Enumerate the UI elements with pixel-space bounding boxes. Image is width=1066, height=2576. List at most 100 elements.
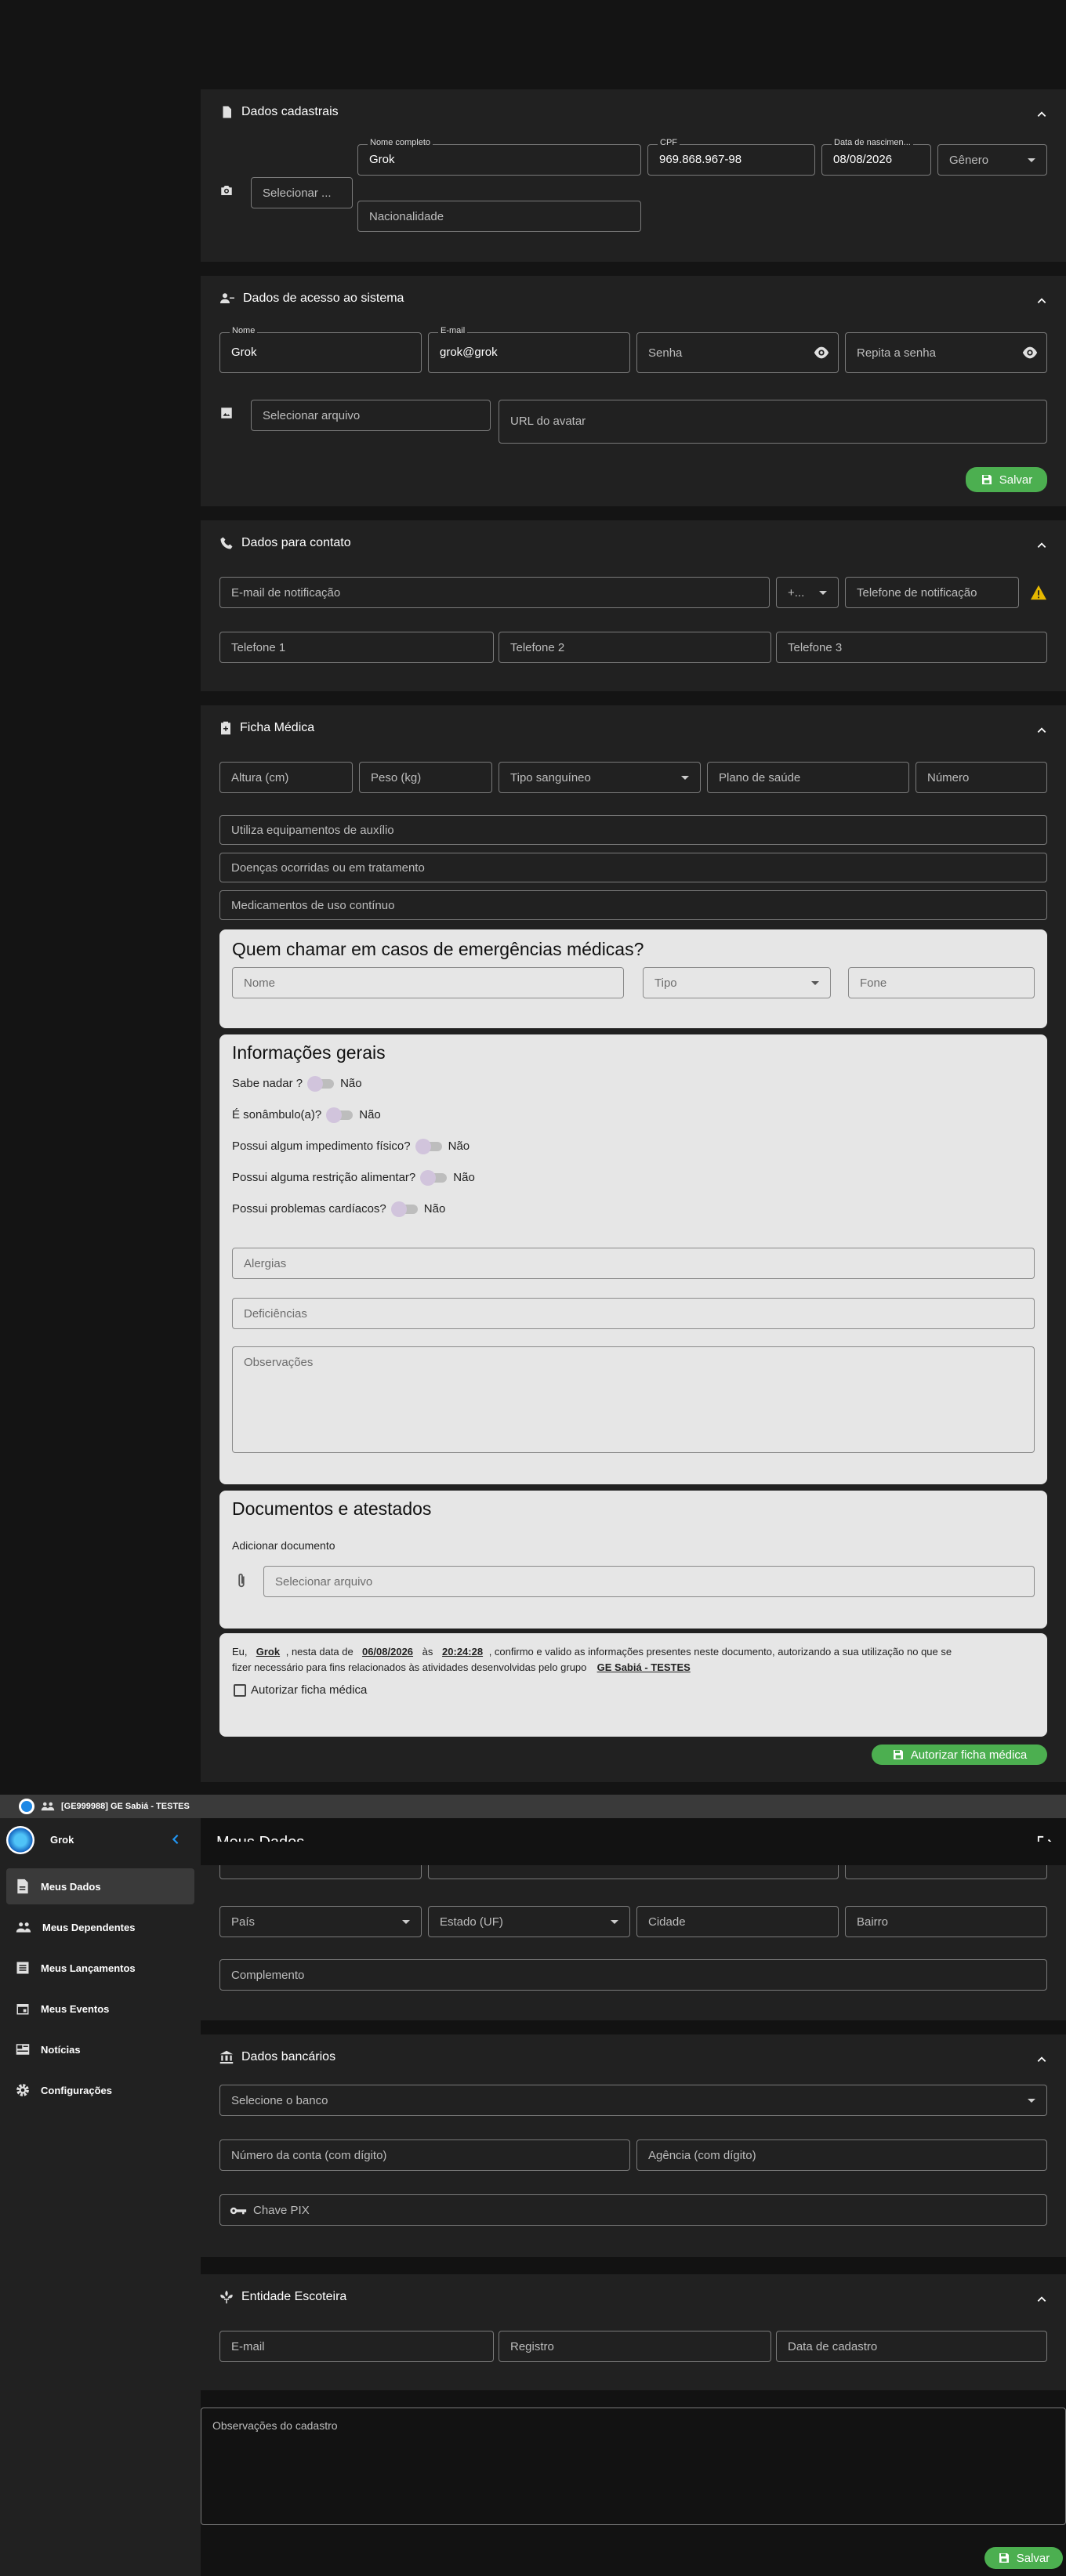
authorize-checkbox-row[interactable]: Autorizar ficha médica bbox=[234, 1683, 367, 1697]
list-box-icon bbox=[16, 1962, 29, 1974]
numero-conta-field[interactable]: Número da conta (com dígito) bbox=[219, 2139, 630, 2171]
doencas-field[interactable]: Doenças ocorridas ou em tratamento bbox=[219, 853, 1047, 882]
chevron-up-icon[interactable] bbox=[1036, 2054, 1047, 2065]
sidebar-item-noticias[interactable]: Notícias bbox=[6, 2031, 194, 2067]
peso-field[interactable]: Peso (kg) bbox=[359, 762, 492, 793]
sidebar-item-configuracoes[interactable]: Configurações bbox=[6, 2072, 194, 2108]
cardiac-toggle[interactable] bbox=[390, 1201, 418, 1217]
emergency-nome-field[interactable]: Nome bbox=[232, 967, 624, 998]
select-document-file[interactable]: Selecionar arquivo bbox=[263, 1566, 1035, 1597]
section-title[interactable]: Dados bancários bbox=[219, 2050, 335, 2064]
physical-question: Possui algum impedimento físico? Não bbox=[232, 1138, 470, 1154]
nacionalidade-field[interactable]: Nacionalidade bbox=[357, 201, 641, 232]
warning-icon bbox=[1031, 585, 1046, 600]
section-title-text: Dados de acesso ao sistema bbox=[243, 292, 404, 305]
banco-select[interactable]: Selecione o banco bbox=[219, 2085, 1047, 2116]
chave-pix-field[interactable]: Chave PIX bbox=[219, 2194, 1047, 2226]
authorize-checkbox[interactable] bbox=[234, 1683, 246, 1697]
avatar[interactable] bbox=[6, 1826, 34, 1854]
complemento-field[interactable]: Complemento bbox=[219, 1959, 1047, 1991]
caret-down-icon bbox=[811, 981, 819, 985]
section-endereco: País Estado (UF) Cidade Bairro Complemen… bbox=[201, 1842, 1066, 2020]
save-bottom-button[interactable]: Salvar bbox=[984, 2547, 1063, 2569]
alergias-field[interactable]: Alergias bbox=[232, 1248, 1035, 1279]
section-title[interactable]: Ficha Médica bbox=[219, 721, 314, 735]
floppy-disk-icon bbox=[893, 1750, 903, 1759]
physical-toggle[interactable] bbox=[415, 1138, 442, 1154]
entidade-email-field[interactable]: E-mail bbox=[219, 2331, 494, 2362]
ddi-select[interactable]: +... bbox=[776, 577, 839, 608]
repita-senha-field[interactable]: Repita a senha bbox=[845, 332, 1047, 373]
emergency-tipo-select[interactable]: Tipo bbox=[643, 967, 831, 998]
bairro-field[interactable]: Bairro bbox=[845, 1906, 1047, 1937]
registro-field[interactable]: Registro bbox=[499, 2331, 771, 2362]
cpf-field[interactable]: CPF 969.868.967-98 bbox=[647, 138, 815, 176]
senha-field[interactable]: Senha bbox=[636, 332, 839, 373]
section-title-text: Dados bancários bbox=[241, 2050, 336, 2063]
swim-toggle[interactable] bbox=[307, 1075, 335, 1092]
pais-select[interactable]: País bbox=[219, 1906, 422, 1937]
chevron-up-icon[interactable] bbox=[1036, 109, 1047, 120]
email-field[interactable]: E-mail grok@grok bbox=[428, 326, 630, 373]
emergency-fone-field[interactable]: Fone bbox=[848, 967, 1035, 998]
medicamentos-field[interactable]: Medicamentos de uso contínuo bbox=[219, 890, 1047, 920]
bank-icon bbox=[219, 2050, 234, 2064]
observacoes-cadastro-textarea[interactable]: Observações do cadastro bbox=[201, 2408, 1066, 2525]
telefone2-field[interactable]: Telefone 2 bbox=[499, 632, 771, 663]
chevron-up-icon[interactable] bbox=[1036, 540, 1047, 551]
telefone-notificacao-field[interactable]: Telefone de notificação bbox=[845, 577, 1019, 608]
telefone3-field[interactable]: Telefone 3 bbox=[776, 632, 1047, 663]
image-icon bbox=[221, 408, 232, 418]
cidade-field[interactable]: Cidade bbox=[636, 1906, 839, 1937]
equipamentos-auxilio-field[interactable]: Utiliza equipamentos de auxílio bbox=[219, 815, 1047, 845]
food-toggle[interactable] bbox=[420, 1169, 448, 1186]
section-title[interactable]: Entidade Escoteira bbox=[219, 2290, 346, 2304]
section-title-text: Dados cadastrais bbox=[241, 105, 339, 118]
section-title[interactable]: Dados para contato bbox=[219, 536, 351, 550]
estado-select[interactable]: Estado (UF) bbox=[428, 1906, 630, 1937]
paperclip-icon[interactable] bbox=[235, 1572, 248, 1589]
chevron-up-icon[interactable] bbox=[1036, 725, 1047, 736]
authorize-medical-button[interactable]: Autorizar ficha médica bbox=[872, 1745, 1047, 1765]
people-icon bbox=[16, 1922, 31, 1933]
eye-icon[interactable] bbox=[813, 346, 830, 360]
genero-select[interactable]: Gênero bbox=[937, 144, 1047, 176]
avatar-url-field[interactable]: URL do avatar bbox=[499, 400, 1047, 444]
plano-saude-field[interactable]: Plano de saúde bbox=[707, 762, 909, 793]
sidebar-item-meus-lancamentos[interactable]: Meus Lançamentos bbox=[6, 1950, 194, 1986]
section-entidade-escoteira: Entidade Escoteira E-mail Registro Data … bbox=[201, 2274, 1066, 2390]
chevron-up-icon[interactable] bbox=[1036, 295, 1047, 306]
select-avatar-file-button[interactable]: Selecionar arquivo bbox=[251, 400, 491, 431]
floppy-disk-icon bbox=[981, 475, 992, 484]
calendar-icon bbox=[16, 2004, 29, 2015]
telefone1-field[interactable]: Telefone 1 bbox=[219, 632, 494, 663]
tipo-sanguineo-select[interactable]: Tipo sanguíneo bbox=[499, 762, 701, 793]
eye-icon[interactable] bbox=[1021, 346, 1039, 360]
chevron-left-icon[interactable] bbox=[171, 1834, 180, 1845]
sleepwalk-toggle[interactable] bbox=[326, 1107, 354, 1123]
document-icon bbox=[17, 1879, 28, 1894]
general-info-card: Informações gerais Sabe nadar ? Não É son… bbox=[219, 1034, 1047, 1484]
section-title-text: Entidade Escoteira bbox=[241, 2290, 347, 2303]
section-title[interactable]: Dados de acesso ao sistema bbox=[219, 292, 404, 306]
nome-field[interactable]: Nome Grok bbox=[219, 326, 422, 373]
email-notificacao-field[interactable]: E-mail de notificação bbox=[219, 577, 770, 608]
observacoes-textarea[interactable]: Observações bbox=[232, 1346, 1035, 1453]
data-nascimento-field[interactable]: Data de nascimen... 08/08/2026 bbox=[821, 138, 931, 176]
altura-field[interactable]: Altura (cm) bbox=[219, 762, 353, 793]
section-title[interactable]: Dados cadastrais bbox=[219, 105, 339, 119]
section-dados-cadastrais: Dados cadastrais Selecionar ... Nome com… bbox=[201, 89, 1066, 262]
deficiencias-field[interactable]: Deficiências bbox=[232, 1298, 1035, 1329]
agencia-field[interactable]: Agência (com dígito) bbox=[636, 2139, 1047, 2171]
select-photo-button[interactable]: Selecionar ... bbox=[251, 177, 353, 208]
sidebar-item-meus-eventos[interactable]: Meus Eventos bbox=[6, 1991, 194, 2027]
nome-completo-field[interactable]: Nome completo Grok bbox=[357, 138, 641, 176]
save-button[interactable]: Salvar bbox=[966, 467, 1047, 492]
data-cadastro-field[interactable]: Data de cadastro bbox=[776, 2331, 1047, 2362]
sidebar-item-meus-dependentes[interactable]: Meus Dependentes bbox=[6, 1909, 194, 1945]
numero-plano-field[interactable]: Número bbox=[916, 762, 1047, 793]
chevron-up-icon[interactable] bbox=[1036, 2294, 1047, 2305]
sidebar-item-meus-dados[interactable]: Meus Dados bbox=[6, 1868, 194, 1904]
app-logo-icon[interactable] bbox=[19, 1799, 34, 1814]
caret-down-icon bbox=[402, 1920, 410, 1924]
